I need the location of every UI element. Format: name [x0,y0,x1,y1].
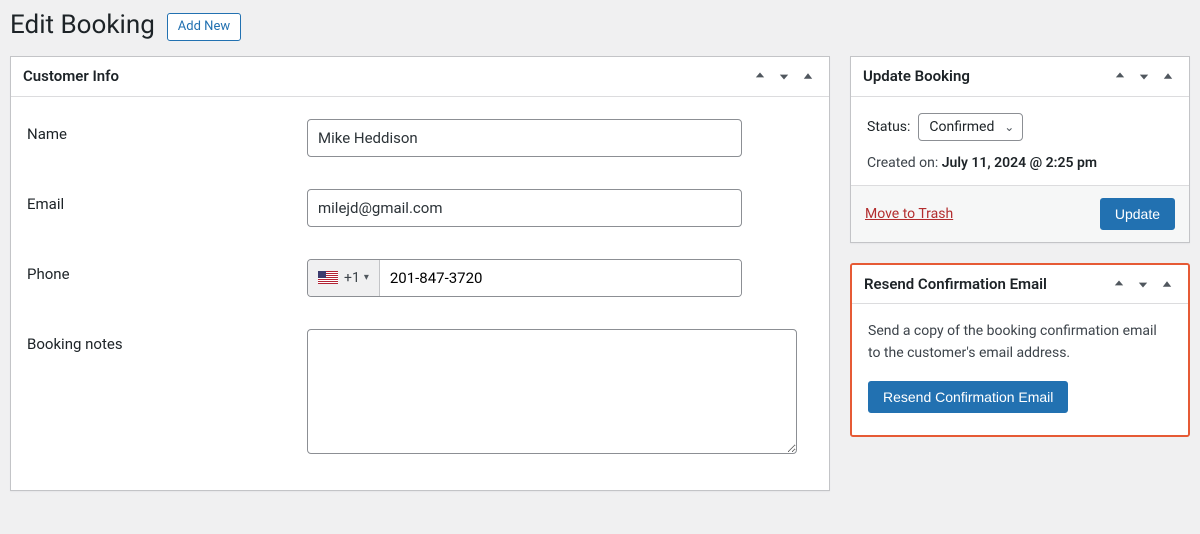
move-down-icon[interactable] [1135,67,1153,85]
email-input[interactable] [307,189,742,227]
status-select[interactable]: Confirmed ⌄ [918,113,1023,141]
move-up-icon[interactable] [1110,275,1128,293]
move-down-icon[interactable] [1134,275,1152,293]
toggle-panel-icon[interactable] [1158,275,1176,293]
move-down-icon[interactable] [775,67,793,85]
phone-country-selector[interactable]: +1 ▾ [308,260,380,296]
resend-confirmation-button[interactable]: Resend Confirmation Email [868,381,1068,413]
us-flag-icon [318,271,338,284]
name-label: Name [27,119,307,143]
move-to-trash-link[interactable]: Move to Trash [865,206,953,222]
toggle-panel-icon[interactable] [799,67,817,85]
chevron-down-icon: ⌄ [1004,120,1014,134]
update-button[interactable]: Update [1100,198,1175,230]
customer-info-panel: Customer Info [10,56,830,491]
resend-description: Send a copy of the booking confirmation … [868,320,1172,365]
move-up-icon[interactable] [1111,67,1129,85]
page-title: Edit Booking [10,10,155,40]
resend-confirmation-title: Resend Confirmation Email [864,273,1047,296]
move-up-icon[interactable] [751,67,769,85]
email-label: Email [27,189,307,213]
chevron-down-icon: ▾ [364,272,369,283]
add-new-button[interactable]: Add New [167,13,241,41]
resend-confirmation-panel-highlight: Resend Confirmation Email Send a copy of… [850,263,1190,437]
phone-label: Phone [27,259,307,283]
name-input[interactable] [307,119,742,157]
created-on-label: Created on: [867,155,938,171]
phone-input[interactable] [380,260,741,296]
booking-notes-label: Booking notes [27,329,307,353]
update-booking-panel: Update Booking Status: Confirmed ⌄ [850,56,1190,243]
toggle-panel-icon[interactable] [1159,67,1177,85]
phone-dial-code: +1 [344,270,360,286]
resend-confirmation-panel: Resend Confirmation Email Send a copy of… [852,265,1188,435]
status-value: Confirmed [929,119,994,135]
status-label: Status: [867,119,910,135]
phone-input-group: +1 ▾ [307,259,742,297]
update-booking-title: Update Booking [863,65,970,88]
customer-info-title: Customer Info [23,65,119,88]
created-on-value: July 11, 2024 @ 2:25 pm [942,155,1097,171]
booking-notes-textarea[interactable] [307,329,797,454]
